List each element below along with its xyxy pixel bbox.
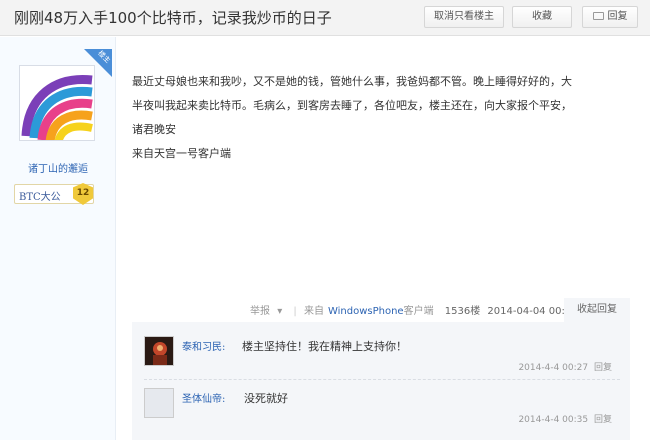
level-title: BTC大公 <box>19 192 61 203</box>
report-link[interactable]: 举报 ▾ <box>250 306 286 317</box>
reply-time: 2014-4-4 00:27 <box>518 363 589 373</box>
floor-number: 1536楼 <box>444 306 481 317</box>
post-line: 半夜叫我起来卖比特币。毛病么，到客房去睡了，各位吧友，楼主还在，向大家报个平安， <box>132 99 572 112</box>
reply-button-label: 回复 <box>607 11 628 22</box>
reply-link[interactable]: 回复 <box>594 415 612 425</box>
reply-time: 2014-4-4 00:35 <box>518 415 589 425</box>
reply-list: 泰和习民: 楼主坚持住！我在精神上支持你！ 2014-4-4 00:27 回复 … <box>132 322 630 440</box>
collapse-replies-button[interactable]: 收起回复 <box>564 298 630 322</box>
thread-title: 刚刚48万入手100个比特币，记录我炒币的日子 <box>14 9 332 27</box>
chevron-down-icon: ▾ <box>277 306 283 317</box>
reply-link[interactable]: 回复 <box>594 363 612 373</box>
client-name[interactable]: WindowsPhone <box>328 306 404 317</box>
level-badge[interactable]: BTC大公 12 <box>14 183 94 205</box>
thread-title-bar: 刚刚48万入手100个比特币，记录我炒币的日子 取消只看楼主 收藏 回复 <box>0 0 650 36</box>
post-line: 最近丈母娘也来和我吵，又不是她的钱，管她什么事，我爸妈都不管。晚上睡得好好的，大 <box>132 75 572 88</box>
post-line: 诸君晚安 <box>132 123 176 136</box>
reply-text: 楼主坚持住！我在精神上支持你！ <box>242 340 407 353</box>
reply-text: 没死就好 <box>244 392 288 405</box>
author-name[interactable]: 诸丁山的邂逅 <box>0 160 116 175</box>
reply-author[interactable]: 圣体仙帝: <box>182 390 225 405</box>
collect-button[interactable]: 收藏 <box>512 6 572 28</box>
reply-author[interactable]: 泰和习民: <box>182 338 225 353</box>
level-number: 12 <box>73 183 93 205</box>
reply-button[interactable]: 回复 <box>582 6 638 28</box>
reply-avatar[interactable] <box>144 336 174 366</box>
host-badge: 楼主 <box>84 49 112 77</box>
client-source: 来自 WindowsPhone客户端 <box>303 306 434 317</box>
reply-item: 圣体仙帝: 没死就好 2014-4-4 00:35 回复 <box>144 386 620 432</box>
reply-item: 泰和习民: 楼主坚持住！我在精神上支持你！ 2014-4-4 00:27 回复 <box>144 334 620 380</box>
post-line: 来自天宫一号客户端 <box>132 147 231 160</box>
toggle-only-host-button[interactable]: 取消只看楼主 <box>424 6 504 28</box>
speech-bubble-icon <box>592 11 604 20</box>
reply-meta: 2014-4-4 00:27 回复 <box>518 360 612 373</box>
author-sidebar: 楼主 诸丁山的邂逅 BTC大公 12 <box>0 37 116 440</box>
reply-avatar[interactable] <box>144 388 174 418</box>
reply-meta: 2014-4-4 00:35 回复 <box>518 412 612 425</box>
post-content: 最近丈母娘也来和我吵，又不是她的钱，管她什么事，我爸妈都不管。晚上睡得好好的，大… <box>132 70 632 166</box>
post-meta: 举报 ▾ | 来自 WindowsPhone客户端 1536楼 2014-04-0… <box>250 306 578 317</box>
